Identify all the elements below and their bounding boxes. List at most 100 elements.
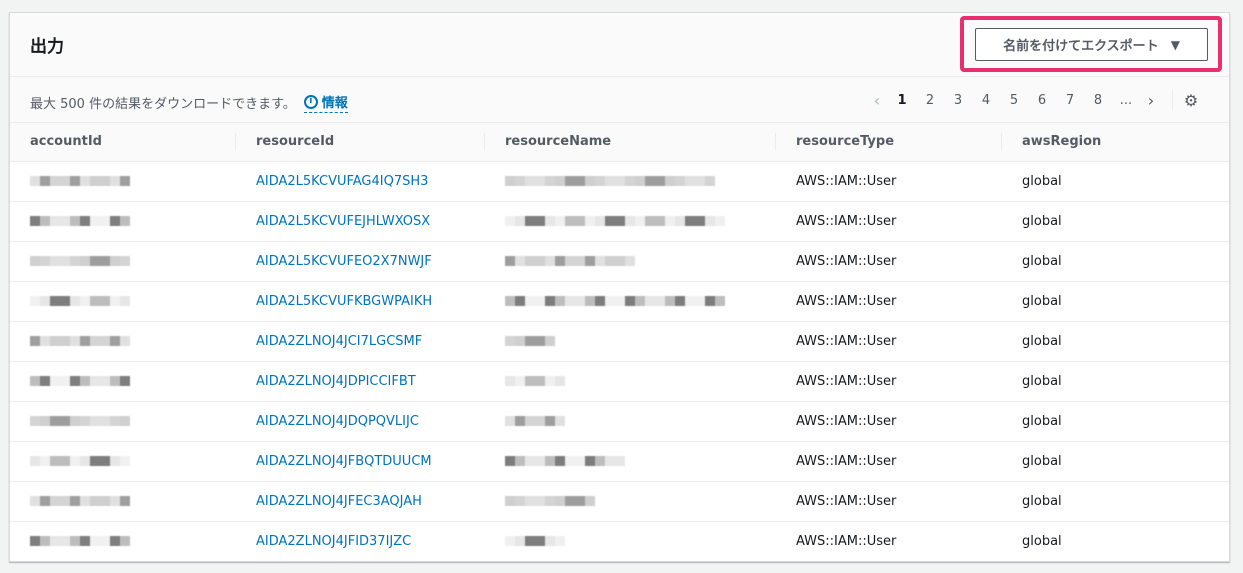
redacted-value	[505, 336, 555, 346]
table-toolbar: 最大 500 件の結果をダウンロードできます。 i 情報 ‹ 12345678.…	[10, 77, 1229, 123]
redacted-value	[505, 216, 725, 226]
table-row[interactable]: AIDA2L5KCVUFKBGWPAIKH AWS::IAM::User globa…	[10, 281, 1229, 322]
pagination-ellipsis: ...	[1119, 92, 1133, 108]
cell-resourceId-link[interactable]: AIDA2ZLNOJ4JFEC3AQJAH	[236, 481, 485, 522]
cell-resourceType: AWS::IAM::User	[776, 521, 1002, 561]
next-page-icon[interactable]: ›	[1140, 91, 1162, 110]
cell-resourceId-link[interactable]: AIDA2ZLNOJ4JDPICCIFBT	[236, 361, 485, 402]
cell-awsRegion: global	[1002, 521, 1229, 561]
table-row[interactable]: AIDA2ZLNOJ4JFBQTDUUCM AWS::IAM::User globa…	[10, 441, 1229, 482]
table-row[interactable]: AIDA2L5KCVUFAG4IQ7SH3 AWS::IAM::User globa…	[10, 161, 1229, 202]
cell-accountId	[10, 241, 236, 282]
cell-resourceType: AWS::IAM::User	[776, 241, 1002, 282]
redacted-value	[30, 416, 130, 426]
cell-resourceId-link[interactable]: AIDA2ZLNOJ4JFID37IJZC	[236, 521, 485, 561]
cell-resourceName	[485, 481, 776, 522]
cell-resourceId-link[interactable]: AIDA2L5KCVUFEJHLWXOSX	[236, 201, 485, 242]
page-6-button[interactable]: 6	[1028, 93, 1056, 108]
page-5-button[interactable]: 5	[1000, 93, 1028, 108]
panel-title: 出力	[30, 37, 64, 57]
caret-down-icon: ▼	[1170, 37, 1180, 52]
cell-awsRegion: global	[1002, 361, 1229, 402]
redacted-value	[505, 536, 565, 546]
panel-header: 出力 名前を付けてエクスポート ▼	[10, 13, 1229, 77]
download-limit-note: 最大 500 件の結果をダウンロードできます。	[30, 97, 296, 112]
redacted-value	[30, 456, 130, 466]
info-icon: i	[303, 94, 318, 109]
page-3-button[interactable]: 3	[944, 93, 972, 108]
cell-resourceName	[485, 441, 776, 482]
cell-accountId	[10, 401, 236, 442]
cell-awsRegion: global	[1002, 281, 1229, 322]
cell-resourceName	[485, 161, 776, 202]
cell-accountId	[10, 481, 236, 522]
results-table: accountId resourceId resourceName resourceT…	[10, 123, 1229, 561]
column-header-accountId[interactable]: accountId	[10, 123, 236, 162]
prev-page-icon[interactable]: ‹	[866, 91, 888, 110]
output-panel: 出力 名前を付けてエクスポート ▼ 最大 500 件の結果をダウンロードできます…	[9, 12, 1230, 562]
cell-resourceId-link[interactable]: AIDA2L5KCVUFAG4IQ7SH3	[236, 161, 485, 202]
cell-resourceName	[485, 401, 776, 442]
cell-awsRegion: global	[1002, 481, 1229, 522]
redacted-value	[30, 496, 130, 506]
cell-awsRegion: global	[1002, 401, 1229, 442]
column-header-awsRegion[interactable]: awsRegion	[1002, 123, 1229, 162]
cell-awsRegion: global	[1002, 321, 1229, 362]
cell-awsRegion: global	[1002, 161, 1229, 202]
redacted-value	[505, 256, 635, 266]
column-header-label: resourceId	[256, 134, 335, 150]
table-row[interactable]: AIDA2ZLNOJ4JCI7LGCSMF AWS::IAM::User globa…	[10, 321, 1229, 362]
cell-resourceId-link[interactable]: AIDA2ZLNOJ4JCI7LGCSMF	[236, 321, 485, 362]
cell-accountId	[10, 321, 236, 362]
redacted-value	[505, 296, 725, 306]
table-row[interactable]: AIDA2ZLNOJ4JDQPQVLIJC AWS::IAM::User globa…	[10, 401, 1229, 442]
cell-accountId	[10, 201, 236, 242]
pagination-divider	[1172, 89, 1173, 111]
table-row[interactable]: AIDA2L5KCVUFEO2X7NWJF AWS::IAM::User globa…	[10, 241, 1229, 282]
table-row[interactable]: AIDA2ZLNOJ4JDPICCIFBT AWS::IAM::User globa…	[10, 361, 1229, 402]
cell-resourceName	[485, 201, 776, 242]
column-header-resourceName[interactable]: resourceName	[485, 123, 776, 162]
cell-accountId	[10, 441, 236, 482]
table-row[interactable]: AIDA2ZLNOJ4JFID37IJZC AWS::IAM::User globa…	[10, 521, 1229, 561]
info-link[interactable]: i 情報	[303, 92, 348, 113]
column-header-label: resourceType	[796, 134, 895, 150]
table-header-row: accountId resourceId resourceName resourceT…	[10, 123, 1229, 162]
cell-resourceId-link[interactable]: AIDA2ZLNOJ4JFBQTDUUCM	[236, 441, 485, 482]
cell-resourceType: AWS::IAM::User	[776, 361, 1002, 402]
cell-resourceName	[485, 321, 776, 362]
cell-accountId	[10, 521, 236, 561]
cell-resourceName	[485, 281, 776, 322]
settings-gear-icon[interactable]: ⚙	[1181, 91, 1201, 110]
page-7-button[interactable]: 7	[1056, 93, 1084, 108]
column-header-label: awsRegion	[1022, 134, 1102, 150]
redacted-value	[30, 336, 130, 346]
cell-resourceName	[485, 361, 776, 402]
cell-resourceId-link[interactable]: AIDA2L5KCVUFKBGWPAIKH	[236, 281, 485, 322]
cell-resourceType: AWS::IAM::User	[776, 281, 1002, 322]
page-8-button[interactable]: 8	[1084, 93, 1112, 108]
redacted-value	[505, 376, 565, 386]
cell-resourceType: AWS::IAM::User	[776, 161, 1002, 202]
cell-resourceName	[485, 241, 776, 282]
cell-accountId	[10, 361, 236, 402]
export-button-label: 名前を付けてエクスポート	[1003, 39, 1159, 54]
cell-resourceId-link[interactable]: AIDA2ZLNOJ4JDQPQVLIJC	[236, 401, 485, 442]
export-as-button[interactable]: 名前を付けてエクスポート ▼	[975, 28, 1208, 61]
redacted-value	[505, 456, 625, 466]
cell-awsRegion: global	[1002, 201, 1229, 242]
redacted-value	[30, 296, 130, 306]
table-row[interactable]: AIDA2L5KCVUFEJHLWXOSX AWS::IAM::User globa…	[10, 201, 1229, 242]
page-1-button[interactable]: 1	[888, 93, 916, 108]
column-header-label: resourceName	[505, 134, 612, 150]
page-4-button[interactable]: 4	[972, 93, 1000, 108]
cell-resourceId-link[interactable]: AIDA2L5KCVUFEO2X7NWJF	[236, 241, 485, 282]
column-header-resourceType[interactable]: resourceType	[776, 123, 1002, 162]
cell-accountId	[10, 281, 236, 322]
cell-resourceType: AWS::IAM::User	[776, 441, 1002, 482]
column-header-resourceId[interactable]: resourceId	[236, 123, 485, 162]
table-row[interactable]: AIDA2ZLNOJ4JFEC3AQJAH AWS::IAM::User globa…	[10, 481, 1229, 522]
page-2-button[interactable]: 2	[916, 93, 944, 108]
redacted-value	[505, 416, 565, 426]
redacted-value	[30, 376, 130, 386]
